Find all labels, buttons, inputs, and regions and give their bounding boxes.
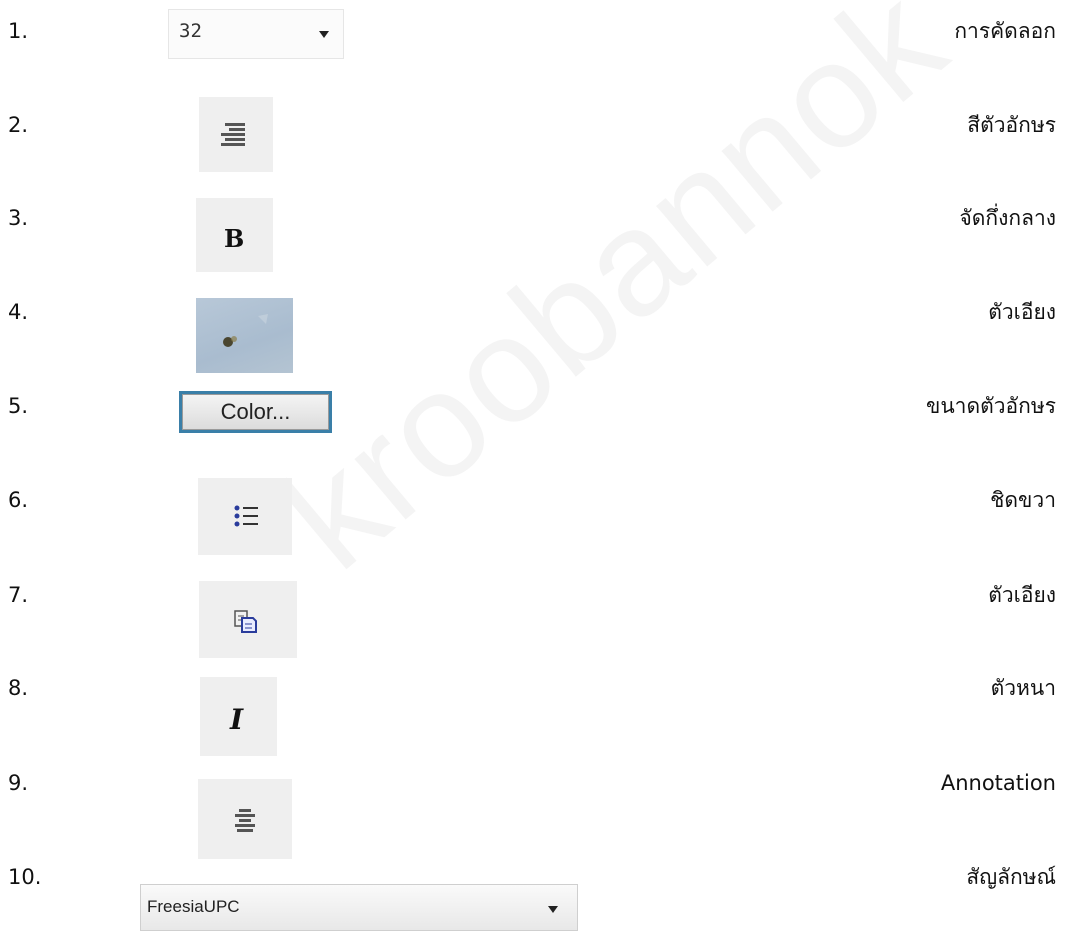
row-number-3: 3. bbox=[8, 206, 29, 230]
color-button[interactable]: Color... bbox=[179, 391, 332, 433]
copy-button[interactable] bbox=[199, 581, 297, 658]
row-label-7: ตัวเอียง bbox=[988, 583, 1056, 607]
row-label-2: สีตัวอักษร bbox=[967, 113, 1056, 137]
chevron-down-icon bbox=[319, 31, 329, 38]
italic-icon: I bbox=[230, 703, 244, 736]
row-number-1: 1. bbox=[8, 19, 29, 43]
chevron-down-icon bbox=[548, 906, 558, 913]
bold-button[interactable]: B bbox=[196, 198, 273, 272]
row-label-10: สัญลักษณ์ bbox=[966, 865, 1056, 889]
row-label-9: Annotation bbox=[940, 771, 1056, 795]
row-number-8: 8. bbox=[8, 676, 29, 700]
font-size-value: 32 bbox=[179, 20, 202, 42]
row-label-3: จัดกึ่งกลาง bbox=[959, 206, 1056, 230]
row-number-2: 2. bbox=[8, 113, 29, 137]
row-number-10: 10. bbox=[8, 865, 42, 889]
align-right-button[interactable] bbox=[199, 97, 273, 172]
row-label-1: การคัดลอก bbox=[954, 19, 1056, 43]
align-center-icon bbox=[235, 809, 255, 832]
font-family-value: FreesiaUPC bbox=[147, 897, 240, 916]
align-right-icon bbox=[221, 123, 245, 146]
row-number-9: 9. bbox=[8, 771, 29, 795]
color-picker-icon bbox=[223, 314, 268, 347]
align-center-button[interactable] bbox=[198, 779, 292, 859]
copy-icon bbox=[234, 610, 257, 633]
row-label-5: ขนาดตัวอักษร bbox=[925, 394, 1056, 418]
row-number-4: 4. bbox=[8, 300, 29, 324]
row-label-8: ตัวหนา bbox=[990, 676, 1056, 700]
row-number-5: 5. bbox=[8, 394, 29, 418]
row-number-7: 7. bbox=[8, 583, 29, 607]
font-size-dropdown[interactable]: 32 bbox=[168, 9, 344, 59]
watermark-text: kroobannok bbox=[251, 0, 976, 601]
bullet-list-button[interactable] bbox=[198, 478, 292, 555]
row-label-6: ชิดขวา bbox=[990, 488, 1056, 512]
italic-button[interactable]: I bbox=[200, 677, 277, 756]
bold-icon: B bbox=[224, 224, 245, 253]
font-family-dropdown[interactable]: FreesiaUPC bbox=[140, 884, 578, 931]
row-number-6: 6. bbox=[8, 488, 29, 512]
bullet-list-icon bbox=[234, 505, 258, 527]
color-picker-button[interactable] bbox=[196, 298, 293, 373]
color-button-label: Color... bbox=[182, 394, 329, 430]
row-label-4: ตัวเอียง bbox=[988, 300, 1056, 324]
